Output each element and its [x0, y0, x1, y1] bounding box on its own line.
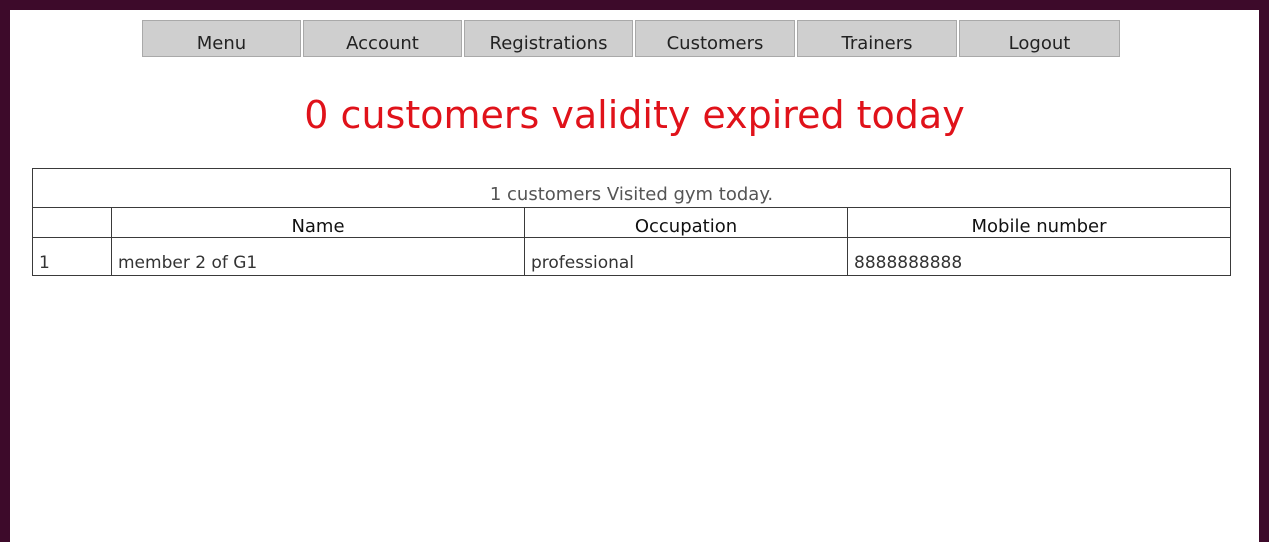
- table-row: 1 member 2 of G1 professional 8888888888: [32, 237, 1231, 276]
- nav-account-label: Account: [346, 33, 419, 54]
- row-occupation-cell: professional: [524, 237, 848, 276]
- expired-validity-headline: 0 customers validity expired today: [304, 93, 965, 137]
- top-nav: Menu Account Registrations Customers Tra…: [142, 20, 1120, 57]
- nav-menu-label: Menu: [196, 33, 247, 54]
- table-header-row: Name Occupation Mobile number: [32, 207, 1231, 238]
- page: Menu Account Registrations Customers Tra…: [10, 10, 1259, 542]
- nav-menu-button[interactable]: Menu: [142, 20, 301, 57]
- column-header-name: Name: [111, 207, 525, 238]
- nav-registrations-label: Registrations: [489, 33, 608, 54]
- nav-customers-label: Customers: [666, 33, 764, 54]
- nav-account-button[interactable]: Account: [303, 20, 462, 57]
- nav-logout-button[interactable]: Logout: [959, 20, 1120, 57]
- column-header-mobile: Mobile number: [847, 207, 1231, 238]
- row-index-cell: 1: [32, 237, 112, 276]
- table-caption-row: 1 customers Visited gym today.: [32, 168, 1231, 208]
- nav-trainers-button[interactable]: Trainers: [797, 20, 957, 57]
- column-header-index: [32, 207, 112, 238]
- visits-table: 1 customers Visited gym today. Name Occu…: [32, 168, 1231, 276]
- column-header-occupation: Occupation: [524, 207, 848, 238]
- nav-trainers-label: Trainers: [841, 33, 913, 54]
- row-mobile-cell: 8888888888: [847, 237, 1231, 276]
- row-name-cell: member 2 of G1: [111, 237, 525, 276]
- visits-caption: 1 customers Visited gym today.: [32, 168, 1231, 208]
- nav-registrations-button[interactable]: Registrations: [464, 20, 633, 57]
- nav-customers-button[interactable]: Customers: [635, 20, 795, 57]
- nav-logout-label: Logout: [1008, 33, 1071, 54]
